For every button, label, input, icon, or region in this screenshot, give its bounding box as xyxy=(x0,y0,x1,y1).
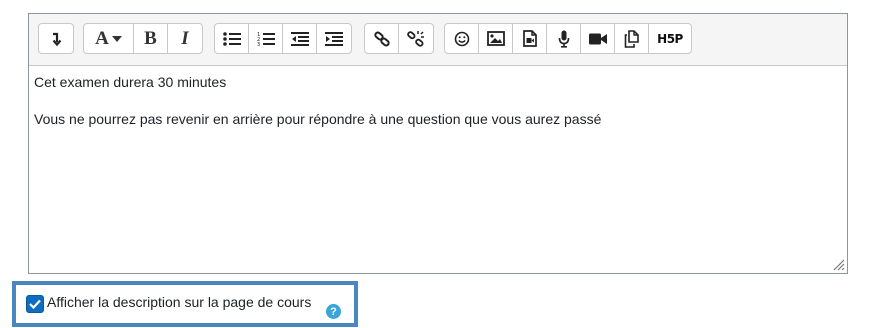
show-description-checkbox[interactable] xyxy=(26,295,44,313)
record-audio-button[interactable] xyxy=(547,24,581,53)
image-icon xyxy=(486,31,505,46)
toolbar-group-links xyxy=(364,23,434,54)
manage-files-button[interactable] xyxy=(615,24,649,53)
collapse-arrow-icon xyxy=(52,32,62,46)
question-circle-icon[interactable]: ? xyxy=(326,304,341,319)
toolbar-group-lists: 1 2 3 xyxy=(214,23,352,54)
editor-paragraph: Vous ne pourrez pas revenir en arrière p… xyxy=(34,111,602,127)
toolbar-group-collapse xyxy=(38,23,74,54)
emoji-icon xyxy=(454,31,469,46)
toolbar-group-insert: H5P xyxy=(444,23,692,54)
help-glyph: ? xyxy=(330,305,337,318)
indent-button[interactable] xyxy=(317,24,351,53)
bold-button[interactable]: B xyxy=(134,24,168,53)
bullet-list-icon xyxy=(222,31,241,46)
font-color-button[interactable]: A xyxy=(84,24,134,53)
media-button[interactable] xyxy=(513,24,547,53)
font-color-icon: A xyxy=(95,27,109,49)
italic-button[interactable]: I xyxy=(168,24,202,53)
italic-icon: I xyxy=(181,27,189,49)
editor-toolbar: A B I 1 2 3 H5P xyxy=(29,14,847,66)
copy-files-icon xyxy=(624,29,639,48)
toolbar-group-style: A B I xyxy=(83,23,203,54)
checkmark-icon xyxy=(29,299,41,309)
editor-paragraph: Cet examen durera 30 minutes xyxy=(34,74,227,90)
show-description-label[interactable]: Afficher la description sur la page de c… xyxy=(47,294,311,310)
outdent-button[interactable] xyxy=(283,24,317,53)
chevron-down-icon xyxy=(111,35,122,42)
h5p-button[interactable]: H5P xyxy=(649,24,691,53)
unordered-list-button[interactable] xyxy=(215,24,249,53)
unlink-button[interactable] xyxy=(399,24,433,53)
svg-text:3: 3 xyxy=(257,42,260,47)
emoji-button[interactable] xyxy=(445,24,479,53)
video-camera-icon xyxy=(588,33,607,44)
unlink-icon xyxy=(407,30,424,47)
editor-content[interactable]: Cet examen durera 30 minutes Vous ne pou… xyxy=(29,67,847,273)
link-icon xyxy=(373,31,390,46)
text-editor: A B I 1 2 3 H5P Cet examen durera 30 min… xyxy=(28,13,848,274)
image-button[interactable] xyxy=(479,24,513,53)
indent-icon xyxy=(325,31,343,46)
toolbar-toggle-button[interactable] xyxy=(39,24,73,53)
link-button[interactable] xyxy=(365,24,399,53)
ordered-list-button[interactable]: 1 2 3 xyxy=(249,24,283,53)
microphone-icon xyxy=(558,30,569,48)
bold-icon: B xyxy=(144,27,157,49)
media-icon xyxy=(522,30,537,47)
numbered-list-icon: 1 2 3 xyxy=(257,32,275,47)
resize-handle-icon[interactable] xyxy=(831,257,845,271)
outdent-icon xyxy=(290,31,309,46)
record-video-button[interactable] xyxy=(581,24,615,53)
h5p-icon: H5P xyxy=(657,31,683,46)
show-description-highlight: Afficher la description sur la page de c… xyxy=(12,281,358,327)
